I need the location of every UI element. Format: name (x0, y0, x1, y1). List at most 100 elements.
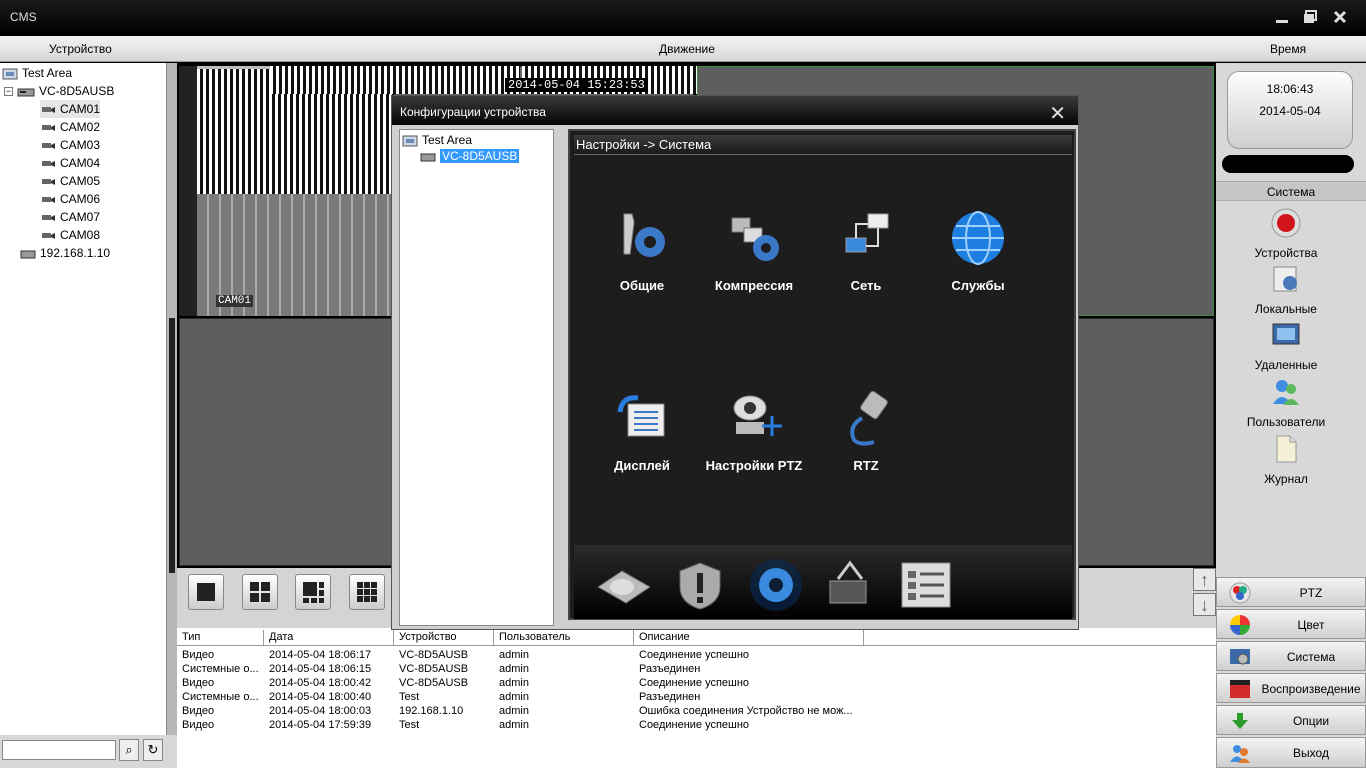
maximize-icon[interactable] (1302, 9, 1318, 25)
system-item-log[interactable]: Журнал (1216, 433, 1356, 486)
color-button[interactable]: Цвет (1216, 609, 1366, 639)
arrow-down-icon[interactable]: ↓ (1193, 593, 1216, 616)
settings-item-display[interactable]: Дисплей (586, 386, 698, 473)
splitter-handle[interactable] (169, 318, 175, 573)
tree-cam-item[interactable]: CAM04 (40, 154, 100, 172)
tree-cam-item[interactable]: CAM02 (40, 118, 100, 136)
exit-button[interactable]: Выход (1216, 737, 1366, 768)
sidebar-splitter[interactable] (167, 63, 177, 735)
log-cell[interactable]: VC-8D5AUSB (399, 662, 494, 676)
settings-item-network[interactable]: Сеть (810, 206, 922, 293)
log-cell[interactable]: admin (499, 662, 634, 676)
system-item-devices[interactable]: Устройства (1216, 207, 1356, 260)
log-header-description[interactable]: Описание (634, 630, 864, 645)
tree-root[interactable]: Test Area (2, 64, 72, 82)
settings-item-ptz[interactable]: Настройки PTZ (698, 386, 810, 473)
tree-device[interactable]: − VC-8D5AUSB (4, 82, 114, 100)
system-item-remote[interactable]: Удаленные (1216, 319, 1356, 372)
layout-1-button[interactable] (188, 574, 224, 610)
settings-item-general[interactable]: Общие (586, 206, 698, 293)
collapse-toggle-icon[interactable]: − (4, 87, 13, 97)
system-item-local[interactable]: Локальные (1216, 263, 1356, 316)
log-cell[interactable]: Видео (182, 676, 262, 690)
log-cell[interactable]: Видео (182, 648, 262, 662)
rs232-cable-icon (850, 390, 888, 446)
log-cell[interactable]: Разъединен (639, 662, 879, 676)
log-cell[interactable]: 192.168.1.10 (399, 704, 494, 718)
video-cell-cam01[interactable]: CAM01 (179, 66, 392, 316)
cam-label: CAM03 (60, 138, 101, 152)
log-cell[interactable]: admin (499, 718, 634, 732)
log-cell[interactable]: VC-8D5AUSB (399, 648, 494, 662)
button-label: Опции (1292, 714, 1330, 728)
log-cell[interactable]: Соединение успешно (639, 676, 879, 690)
system-button[interactable]: Система (1216, 641, 1366, 671)
dvr-icon (420, 153, 436, 162)
log-cell[interactable]: Системные о... (182, 662, 262, 676)
minimize-icon[interactable] (1274, 9, 1290, 25)
button-label: Выход (1293, 746, 1329, 760)
log-cell[interactable]: Видео (182, 704, 262, 718)
settings-item-label: Общие (619, 278, 665, 293)
log-cell[interactable]: 2014-05-04 18:06:17 (269, 648, 394, 662)
tree-cam-item[interactable]: CAM03 (40, 136, 100, 154)
log-cell[interactable]: Системные о... (182, 690, 262, 704)
layout-4-button[interactable] (242, 574, 278, 610)
log-cell[interactable]: Разъединен (639, 690, 879, 704)
dialog-tree-root-label: Test Area (422, 133, 473, 147)
log-cell[interactable]: 2014-05-04 18:00:03 (269, 704, 394, 718)
playback-button[interactable]: Воспроизведение (1216, 673, 1366, 703)
settings-item-rtz[interactable]: RTZ (810, 386, 922, 473)
log-header-device[interactable]: Устройство (394, 630, 494, 645)
refresh-icon[interactable]: ↻ (143, 739, 163, 761)
log-cell[interactable]: 2014-05-04 18:00:42 (269, 676, 394, 690)
log-cell[interactable]: Соединение успешно (639, 648, 879, 662)
search-input[interactable] (2, 740, 116, 760)
close-icon[interactable]: ✕ (1049, 101, 1066, 126)
log-cell[interactable]: admin (499, 704, 634, 718)
tree-cam-item[interactable]: CAM05 (40, 172, 100, 190)
log-cell[interactable]: 2014-05-04 18:06:15 (269, 662, 394, 676)
dialog-tree-device[interactable]: VC-8D5AUSB (420, 147, 520, 165)
log-cell[interactable]: Test (399, 718, 494, 732)
log-cell[interactable]: 2014-05-04 17:59:39 (269, 718, 394, 732)
search-icon[interactable]: ⌕ (119, 739, 139, 761)
arrow-up-icon[interactable]: ↑ (1193, 568, 1216, 591)
ptz-button[interactable]: PTZ (1216, 577, 1366, 607)
scroll-arrows: ↑ ↓ (1193, 568, 1216, 616)
tree-ip-device[interactable]: 192.168.1.10 (20, 244, 110, 262)
menu-motion[interactable]: Движение (659, 42, 715, 56)
log-cell[interactable]: admin (499, 648, 634, 662)
layout-9-button[interactable] (349, 574, 385, 610)
info-list-icon[interactable] (896, 557, 956, 613)
tree-cam-item[interactable]: CAM01 (40, 100, 101, 118)
log-cell[interactable]: Видео (182, 718, 262, 732)
log-cell[interactable]: Соединение успешно (639, 718, 879, 732)
log-cell[interactable]: Ошибка соединения Устройство не мож... (639, 704, 879, 718)
tree-cam-item[interactable]: CAM06 (40, 190, 100, 208)
log-header-date[interactable]: Дата (264, 630, 394, 645)
log-cell[interactable]: admin (499, 690, 634, 704)
system-gear-icon[interactable] (746, 557, 806, 613)
log-cell[interactable]: admin (499, 676, 634, 690)
dialog-device-tree: Test Area VC-8D5AUSB (399, 129, 554, 626)
alarm-shield-icon[interactable] (670, 557, 730, 613)
log-cell[interactable]: Test (399, 690, 494, 704)
log-header-user[interactable]: Пользователь (494, 630, 634, 645)
tools-icon[interactable] (820, 557, 880, 613)
settings-item-compression[interactable]: Компрессия (698, 206, 810, 293)
settings-item-services[interactable]: Службы (922, 206, 1034, 293)
tree-cam-item[interactable]: CAM08 (40, 226, 100, 244)
menu-device[interactable]: Устройство (49, 42, 112, 56)
menu-time[interactable]: Время (1270, 42, 1306, 56)
system-item-users[interactable]: Пользователи (1216, 376, 1356, 429)
layout-6-button[interactable] (295, 574, 331, 610)
tree-cam-item[interactable]: CAM07 (40, 208, 100, 226)
close-icon[interactable] (1332, 9, 1348, 25)
options-button[interactable]: Опции (1216, 705, 1366, 735)
log-cell[interactable]: VC-8D5AUSB (399, 676, 494, 690)
log-header-type[interactable]: Тип (177, 630, 264, 645)
storage-disk-icon[interactable] (592, 557, 652, 613)
log-cell[interactable]: 2014-05-04 18:00:40 (269, 690, 394, 704)
button-label: Цвет (1297, 618, 1325, 632)
